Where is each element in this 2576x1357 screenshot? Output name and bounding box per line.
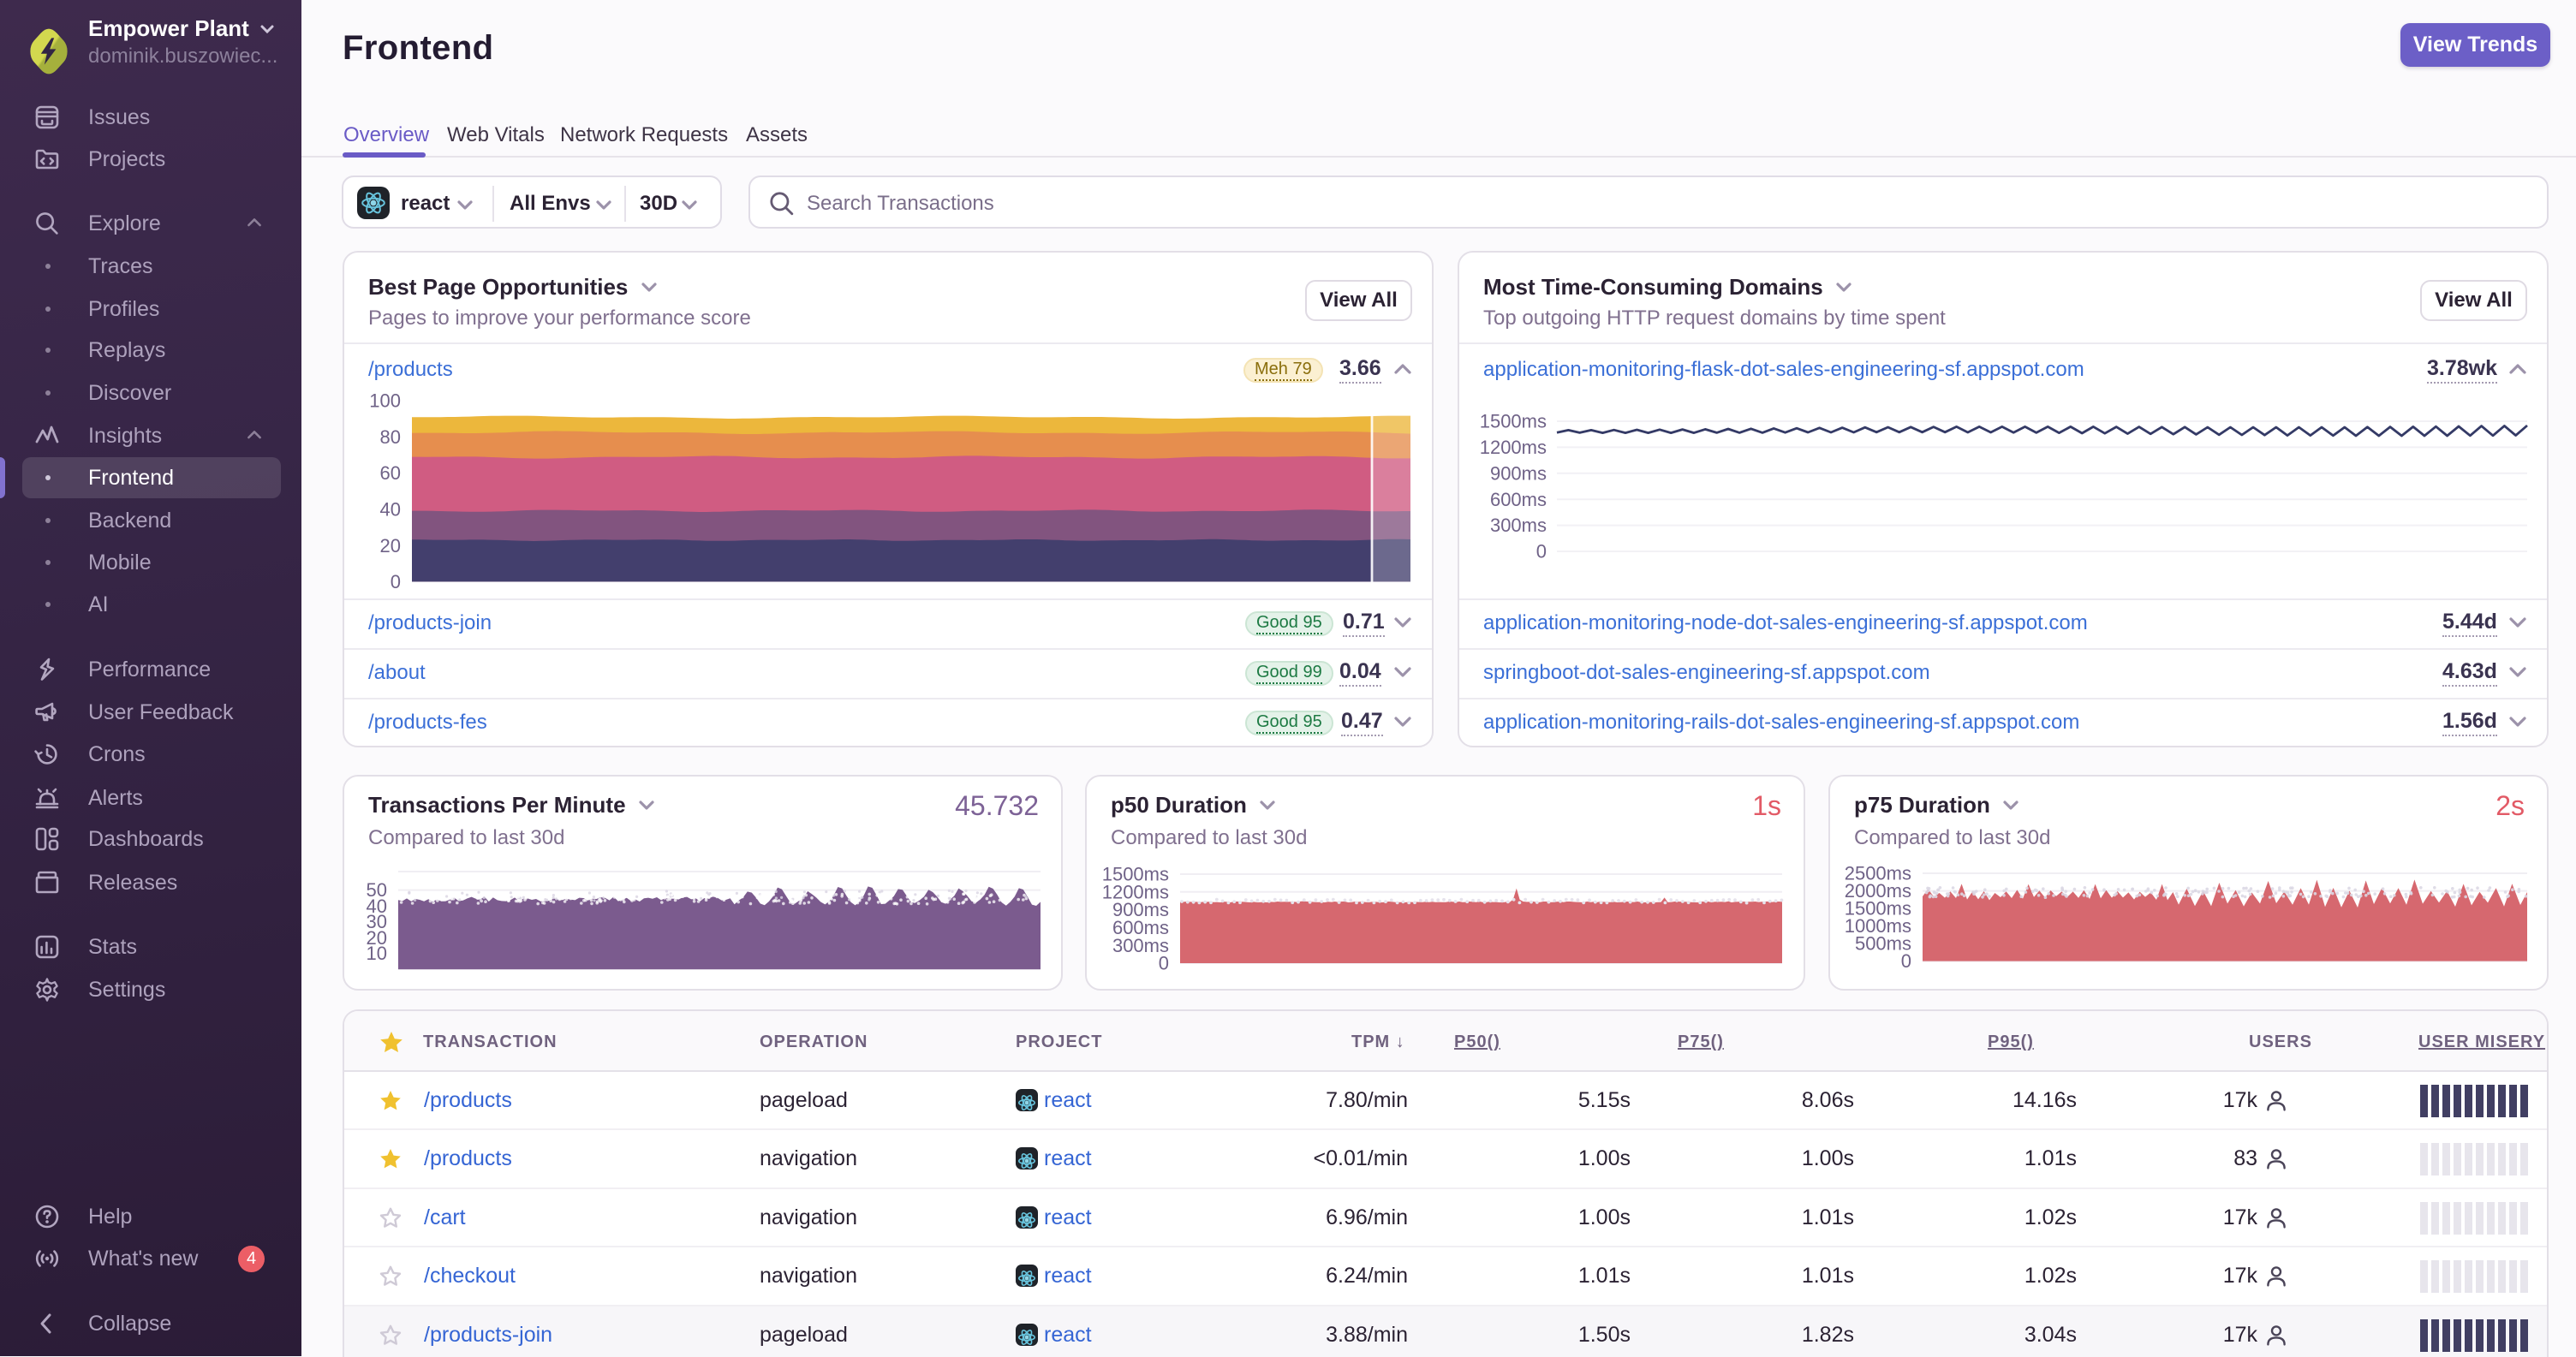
svg-text:10: 10: [367, 943, 387, 964]
svg-text:0: 0: [391, 571, 401, 592]
svg-text:0: 0: [1159, 953, 1169, 974]
svg-text:40: 40: [380, 499, 401, 521]
svg-text:900ms: 900ms: [1490, 462, 1547, 484]
svg-text:60: 60: [380, 462, 401, 484]
svg-text:0: 0: [1536, 541, 1547, 562]
svg-text:80: 80: [380, 426, 401, 448]
svg-text:300ms: 300ms: [1490, 515, 1547, 536]
svg-text:100: 100: [369, 390, 401, 412]
svg-text:0: 0: [1901, 950, 1911, 972]
svg-text:1200ms: 1200ms: [1480, 437, 1547, 458]
svg-text:600ms: 600ms: [1490, 489, 1547, 510]
svg-text:1500ms: 1500ms: [1480, 411, 1547, 432]
svg-text:20: 20: [380, 535, 401, 556]
